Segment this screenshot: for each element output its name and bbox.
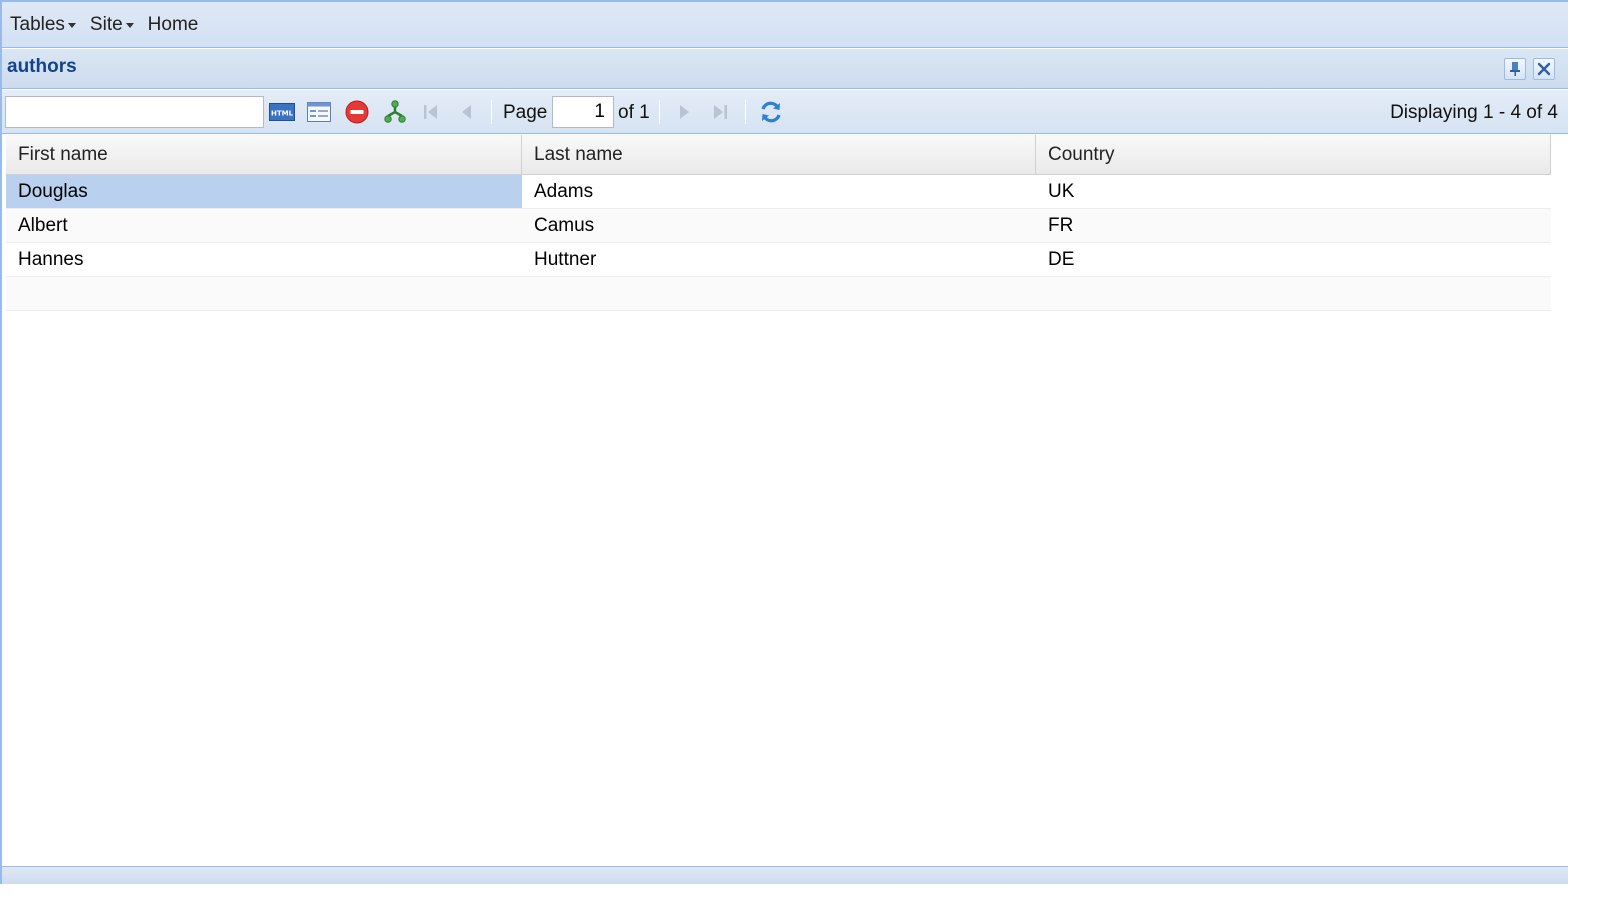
cell-first-name[interactable]: Hannes (6, 243, 522, 276)
menu-tables[interactable]: Tables (10, 14, 76, 36)
cell-first-name[interactable]: Douglas (6, 175, 522, 208)
cell-country[interactable]: UK (1036, 175, 1551, 208)
first-page-button[interactable] (418, 99, 444, 125)
next-page-icon (674, 102, 694, 122)
menu-site[interactable]: Site (90, 14, 134, 36)
cell-last-name[interactable]: Adams (522, 175, 1036, 208)
pin-button[interactable] (1504, 58, 1526, 80)
toolbar-separator (659, 100, 660, 124)
chevron-down-icon (125, 23, 134, 28)
chevron-down-icon (67, 23, 76, 28)
delete-button[interactable] (344, 99, 370, 125)
column-header-country[interactable]: Country (1036, 135, 1551, 174)
page-number-input[interactable] (552, 96, 614, 128)
table-row[interactable]: Douglas Adams UK (6, 175, 1551, 209)
grid-header: First name Last name Country (6, 135, 1551, 175)
table-row-empty[interactable] (6, 277, 1551, 311)
column-header-last-name[interactable]: Last name (522, 135, 1036, 174)
cell-country[interactable]: FR (1036, 209, 1551, 242)
toolbar-separator (491, 100, 492, 124)
cell-last-name[interactable]: Huttner (522, 243, 1036, 276)
menu-home-label: Home (147, 13, 199, 35)
menu-home[interactable]: Home (148, 14, 199, 36)
column-header-first-name[interactable]: First name (6, 135, 522, 174)
page-label: Page (503, 102, 548, 123)
app-window: Tables Site Home authors HTML Page 1 of … (0, 0, 1568, 884)
table-row[interactable]: Hannes Huttner DE (6, 243, 1551, 277)
form-view-button[interactable] (306, 99, 332, 125)
paging-status: Displaying 1 - 4 of 4 (1390, 102, 1558, 123)
menu-bar: Tables Site Home (2, 2, 1568, 48)
first-page-icon (421, 102, 441, 122)
html-export-button[interactable]: HTML (269, 99, 295, 125)
last-page-icon (710, 102, 730, 122)
previous-page-icon (457, 102, 477, 122)
tree-button[interactable] (382, 99, 408, 125)
next-page-button[interactable] (671, 99, 697, 125)
search-input[interactable] (5, 96, 264, 128)
delete-icon (345, 100, 369, 124)
cell-first-name[interactable]: Albert (6, 209, 522, 242)
close-button[interactable] (1533, 58, 1555, 80)
cell-country[interactable]: DE (1036, 243, 1551, 276)
cell-last-name[interactable]: Camus (522, 209, 1036, 242)
toolbar: HTML Page 1 of 1 Displaying 1 - 4 of 4 (2, 90, 1568, 134)
menu-tables-label: Tables (10, 13, 65, 35)
menu-site-label: Site (89, 13, 123, 35)
close-icon (1537, 62, 1551, 76)
last-page-button[interactable] (707, 99, 733, 125)
toolbar-separator (745, 100, 746, 124)
pin-icon (1508, 61, 1522, 77)
page-count-label: of 1 (618, 102, 650, 123)
data-grid: First name Last name Country Douglas Ada… (6, 135, 1551, 311)
bottom-bar (2, 866, 1568, 884)
refresh-button[interactable] (758, 99, 784, 125)
svg-text:HTML: HTML (271, 110, 294, 118)
table-row[interactable]: Albert Camus FR (6, 209, 1551, 243)
previous-page-button[interactable] (454, 99, 480, 125)
panel-header: authors (2, 49, 1568, 89)
tree-icon (383, 100, 407, 124)
refresh-icon (758, 99, 784, 125)
panel-title: authors (7, 56, 77, 77)
html-export-icon: HTML (269, 103, 295, 121)
form-view-icon (307, 102, 331, 122)
